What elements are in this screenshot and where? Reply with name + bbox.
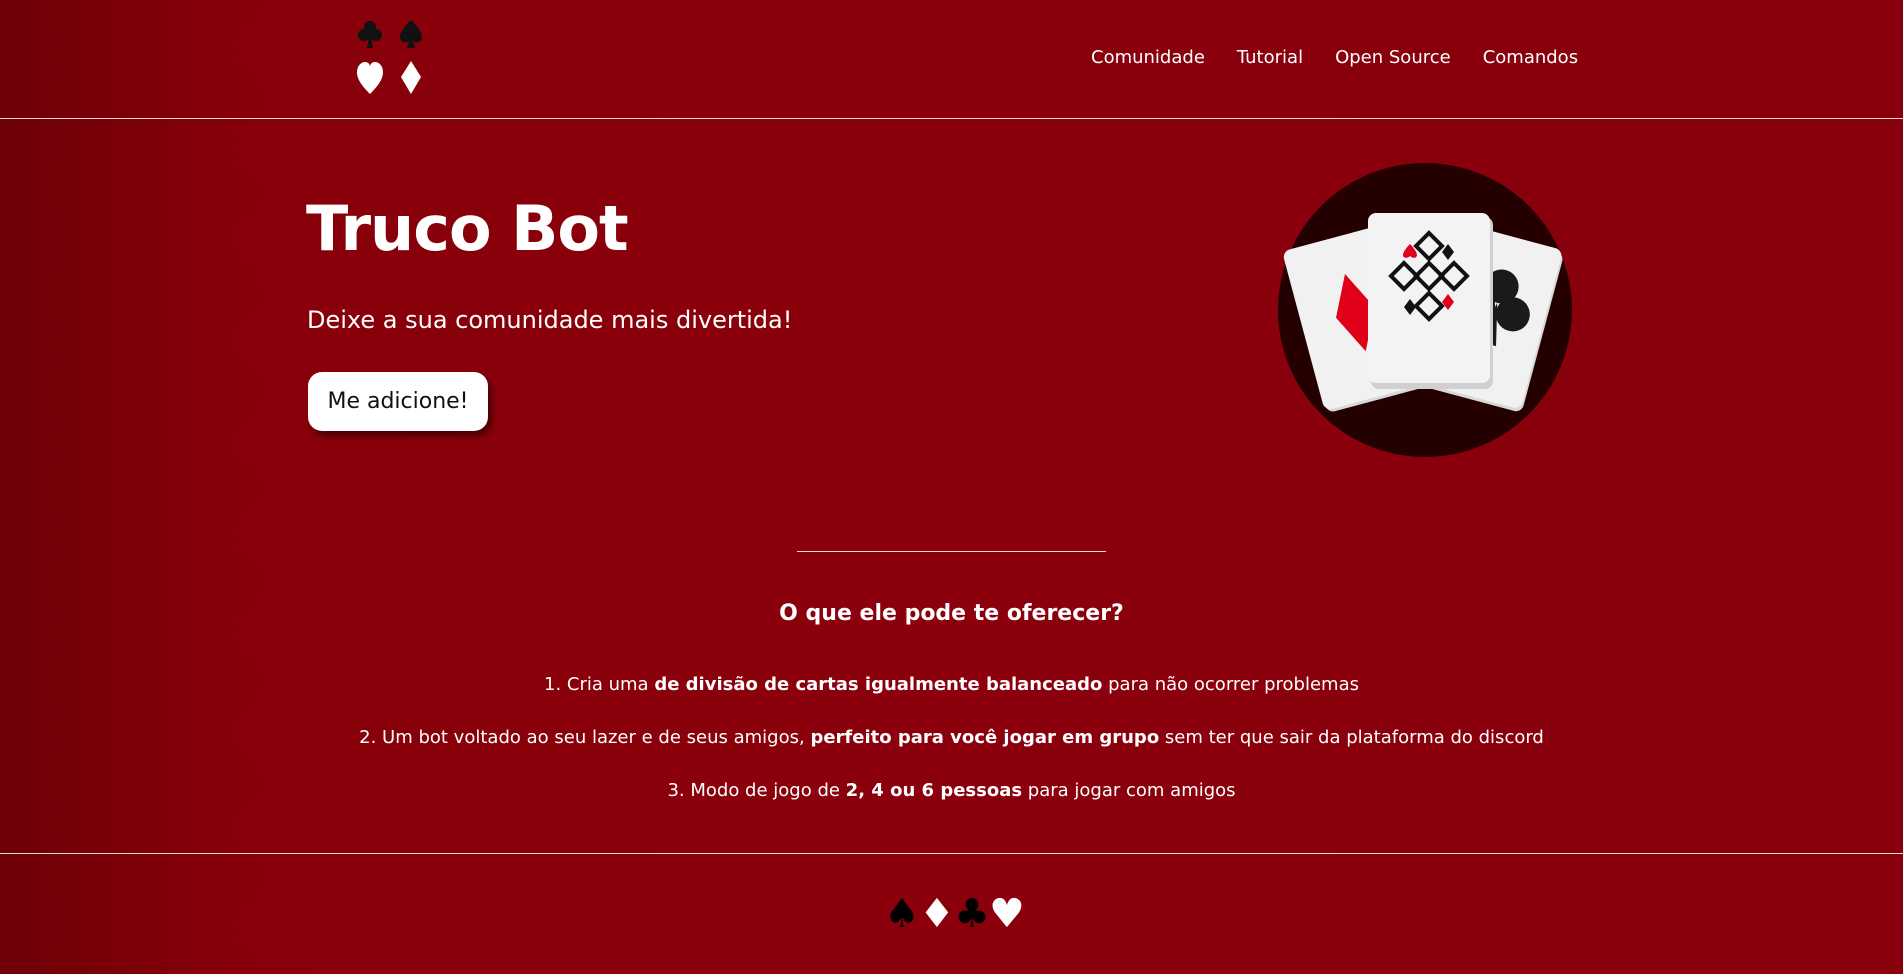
feature-text: para não ocorrer problemas bbox=[1102, 674, 1359, 695]
feature-text: 3. Modo de jogo de bbox=[667, 780, 846, 801]
spade-icon: ♠ bbox=[884, 891, 920, 937]
feature-highlight: de divisão de cartas igualmente balancea… bbox=[654, 674, 1103, 695]
feature-highlight: perfeito para você jogar em grupo bbox=[810, 727, 1160, 748]
card-suits-logo-icon[interactable] bbox=[356, 18, 430, 98]
hero-title: Truco Bot bbox=[306, 192, 629, 265]
feature-text: 2. Um bot voltado ao seu lazer e de seus… bbox=[359, 727, 811, 748]
nav-link-open-source[interactable]: Open Source bbox=[1335, 47, 1451, 68]
heart-icon: ♥ bbox=[989, 891, 1025, 937]
nav-link-comandos[interactable]: Comandos bbox=[1483, 47, 1578, 68]
playing-cards-icon bbox=[1270, 160, 1600, 470]
site-header: Comunidade Tutorial Open Source Comandos bbox=[0, 0, 1903, 119]
feature-text: sem ter que sair da plataforma do discor… bbox=[1159, 727, 1544, 748]
footer-suits: ♠ ♦ ♣ ♥ bbox=[884, 891, 1025, 937]
feature-item: 3. Modo de jogo de 2, 4 ou 6 pessoas par… bbox=[0, 780, 1903, 801]
site-footer: ♠ ♦ ♣ ♥ bbox=[0, 853, 1903, 974]
section-divider bbox=[797, 551, 1106, 552]
add-bot-button[interactable]: Me adicione! bbox=[308, 372, 488, 431]
feature-text: 1. Cria uma bbox=[544, 674, 655, 695]
nav-link-comunidade[interactable]: Comunidade bbox=[1091, 47, 1205, 68]
club-icon: ♣ bbox=[954, 891, 990, 937]
features-title: O que ele pode te oferecer? bbox=[779, 601, 1124, 626]
feature-highlight: 2, 4 ou 6 pessoas bbox=[845, 780, 1023, 801]
feature-text: para jogar com amigos bbox=[1022, 780, 1236, 801]
diamond-icon: ♦ bbox=[919, 891, 955, 937]
main-nav: Comunidade Tutorial Open Source Comandos bbox=[1091, 47, 1578, 68]
hero-subtitle: Deixe a sua comunidade mais divertida! bbox=[307, 306, 793, 334]
feature-item: 2. Um bot voltado ao seu lazer e de seus… bbox=[0, 727, 1903, 748]
nav-link-tutorial[interactable]: Tutorial bbox=[1237, 47, 1303, 68]
feature-item: 1. Cria uma de divisão de cartas igualme… bbox=[0, 674, 1903, 695]
